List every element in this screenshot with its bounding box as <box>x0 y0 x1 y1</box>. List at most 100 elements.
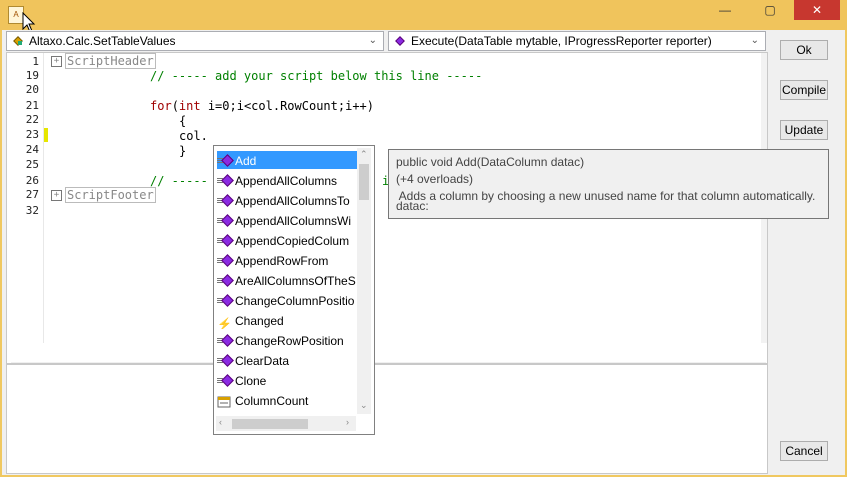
completion-item[interactable]: Add <box>217 151 357 169</box>
keyword-int: int <box>178 99 201 113</box>
class-selector-value: Altaxo.Calc.SetTableValues <box>29 34 176 48</box>
completion-item[interactable]: ⚡ Changed <box>217 311 357 329</box>
member-selector-combo[interactable]: Execute(DataTable mytable, IProgressRepo… <box>388 31 766 51</box>
class-selector-combo[interactable]: Altaxo.Calc.SetTableValues ⌄ <box>6 31 384 51</box>
scroll-right-icon[interactable]: › <box>346 417 349 427</box>
chevron-down-icon: ⌄ <box>750 35 759 46</box>
scrollbar-thumb[interactable] <box>359 164 369 200</box>
line-number: 32 <box>25 204 39 217</box>
completion-tooltip: public void Add(DataColumn datac) (+4 ov… <box>388 149 829 219</box>
expand-icon[interactable]: + <box>51 190 62 201</box>
completion-item[interactable]: Clone <box>217 371 357 389</box>
fold-region-header[interactable]: + ScriptHeader <box>51 53 156 69</box>
line-number: 22 <box>25 113 39 126</box>
chevron-down-icon: ⌄ <box>368 35 377 46</box>
code-line-brace-close: } <box>179 144 187 158</box>
fold-label-header: ScriptHeader <box>65 53 156 69</box>
completion-item-label: ChangeColumnPositio <box>235 293 355 308</box>
completion-item-label: Clone <box>235 373 267 388</box>
line-number: 21 <box>25 99 39 112</box>
dialog-client-area: Altaxo.Calc.SetTableValues ⌄ Execute(Dat… <box>2 30 845 475</box>
completion-item[interactable]: AppendAllColumnsWi <box>217 211 357 229</box>
completion-item[interactable]: ChangeRowPosition <box>217 331 357 349</box>
method-icon <box>217 175 235 187</box>
completion-item[interactable]: AreAllColumnsOfTheS <box>217 271 357 289</box>
code-line-comment-end: // ----- <box>150 174 208 188</box>
code-for-open: ( <box>171 99 179 113</box>
completion-item[interactable]: AppendAllColumns <box>217 171 357 189</box>
completion-item[interactable]: AppendAllColumnsTo <box>217 191 357 209</box>
line-number: 19 <box>25 69 39 82</box>
method-icon <box>217 335 235 347</box>
completion-item-label: AppendRowFrom <box>235 253 329 268</box>
tooltip-description: Adds a column by choosing a new unused n… <box>396 189 816 203</box>
code-for-rest: i=0;i<col.RowCount;i++) <box>200 99 374 113</box>
line-number: 25 <box>25 158 39 171</box>
completion-item[interactable]: ClearData <box>217 351 357 369</box>
member-selector-value: Execute(DataTable mytable, IProgressRepo… <box>411 34 712 48</box>
completion-item[interactable]: AppendRowFrom <box>217 251 357 269</box>
compiler-output-pane[interactable] <box>6 364 768 474</box>
method-icon <box>217 375 235 387</box>
scrollbar-thumb[interactable] <box>232 419 308 429</box>
completion-item[interactable]: ColumnCount <box>217 391 357 409</box>
completion-item-label: AppendAllColumnsWi <box>235 213 352 228</box>
completion-item-label: ChangeRowPosition <box>235 333 344 348</box>
completion-item-label: ClearData <box>235 353 290 368</box>
completion-item-label: Add <box>235 153 257 168</box>
completion-item-label: AreAllColumnsOfTheS <box>235 273 356 288</box>
completion-item-label: AppendAllColumnsTo <box>235 193 350 208</box>
minimize-button[interactable]: — <box>703 0 747 20</box>
close-button[interactable]: ✕ <box>794 0 840 20</box>
line-number: 1 <box>32 55 39 68</box>
event-icon: ⚡ <box>217 316 232 329</box>
method-icon <box>395 36 405 46</box>
maximize-button[interactable]: ▢ <box>748 0 792 20</box>
fold-label-footer: ScriptFooter <box>65 187 156 203</box>
fold-region-footer[interactable]: + ScriptFooter <box>51 187 156 203</box>
completion-item-label: AppendAllColumns <box>235 173 338 188</box>
code-line-brace-open: { <box>179 114 187 128</box>
code-line-comment-add: // ----- add your script below this line… <box>150 69 483 83</box>
tooltip-overloads: (+4 overloads) <box>396 172 474 186</box>
tooltip-signature: public void Add(DataColumn datac) <box>396 155 585 169</box>
scroll-up-icon[interactable]: ⌃ <box>360 149 368 160</box>
editor-margin <box>43 53 44 343</box>
expand-icon[interactable]: + <box>51 56 62 67</box>
keyword-for: for <box>150 99 172 113</box>
line-number: 23 <box>25 128 39 141</box>
completion-list[interactable]: Add AppendAllColumns AppendAllColumnsTo … <box>213 145 375 435</box>
scroll-left-icon[interactable]: ‹ <box>219 417 222 427</box>
method-icon <box>217 215 235 227</box>
completion-horizontal-scrollbar[interactable]: ‹ › <box>216 416 356 431</box>
method-icon <box>217 355 235 367</box>
method-icon <box>217 235 235 247</box>
scroll-down-icon[interactable]: ⌄ <box>360 400 368 411</box>
compile-button[interactable]: Compile <box>780 80 828 100</box>
update-button[interactable]: Update <box>780 120 828 140</box>
line-number: 24 <box>25 143 39 156</box>
completion-item-label: ColumnCount <box>235 393 309 408</box>
method-icon <box>217 195 235 207</box>
code-line-for: for(int i=0;i<col.RowCount;i++) <box>150 99 374 113</box>
method-icon <box>217 255 235 267</box>
method-icon <box>217 155 235 167</box>
completion-vertical-scrollbar[interactable]: ⌃ ⌄ <box>357 148 371 414</box>
line-number: 26 <box>25 174 39 187</box>
cancel-button[interactable]: Cancel <box>780 441 828 461</box>
property-icon <box>217 395 235 408</box>
completion-item-label: Changed <box>235 313 284 328</box>
completion-item[interactable]: ChangeColumnPositio <box>217 291 357 309</box>
completion-item[interactable]: AppendCopiedColum <box>217 231 357 249</box>
changed-line-marker <box>44 128 48 142</box>
completion-item-label: AppendCopiedColum <box>235 233 350 248</box>
tooltip-param: datac: <box>396 199 429 213</box>
line-number-gutter: 1 19 20 21 22 23 24 25 26 27 32 <box>7 53 41 343</box>
line-number: 20 <box>25 83 39 96</box>
ok-button[interactable]: Ok <box>780 40 828 60</box>
code-line-col: col. <box>179 129 208 143</box>
method-icon <box>217 295 235 307</box>
class-icon <box>13 36 23 46</box>
line-number: 27 <box>25 188 39 201</box>
method-icon <box>217 275 235 287</box>
